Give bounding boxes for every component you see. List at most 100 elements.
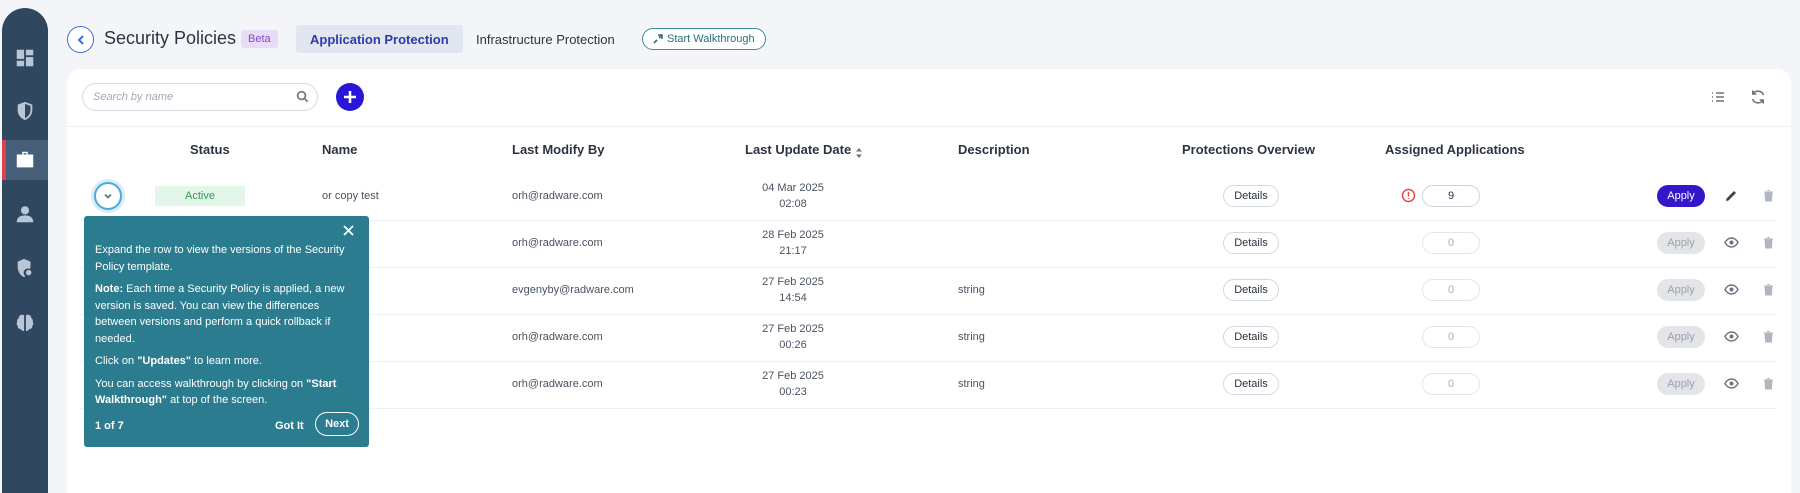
column-header-protections-overview: Protections Overview — [1182, 142, 1315, 157]
details-button[interactable]: Details — [1223, 373, 1279, 395]
tab-application-protection[interactable]: Application Protection — [296, 25, 463, 53]
tooltip-intro: Expand the row to view the versions of t… — [95, 244, 345, 273]
tooltip-walkthrough: You can access walkthrough by clicking o… — [95, 376, 357, 409]
tooltip-walk-suffix: at top of the screen. — [167, 394, 268, 406]
column-header-status: Status — [190, 142, 230, 157]
briefcase-icon — [16, 151, 34, 168]
sidebar-item-shield-settings[interactable] — [2, 248, 48, 288]
tooltip-note-label: Note: — [95, 283, 124, 295]
sidebar-item-dashboard[interactable] — [2, 38, 48, 78]
update-date-time: 21:17 — [779, 245, 807, 257]
tooltip-walk-prefix: You can access walkthrough by clicking o… — [95, 377, 307, 390]
apply-button[interactable]: Apply — [1657, 373, 1705, 395]
assigned-count[interactable]: 0 — [1422, 279, 1480, 301]
trash-icon[interactable] — [1761, 376, 1776, 391]
update-date-time: 02:08 — [779, 198, 807, 210]
brain-icon — [16, 314, 34, 331]
walkthrough-icon — [653, 34, 663, 44]
assigned-count[interactable]: 9 — [1422, 185, 1480, 207]
assigned-count[interactable]: 0 — [1422, 326, 1480, 348]
tooltip-footer: 1 of 7 Got It Next — [95, 412, 359, 438]
sidebar-item-brain[interactable] — [2, 303, 48, 343]
description: string — [958, 331, 985, 343]
got-it-button[interactable]: Got It — [275, 418, 304, 435]
tooltip-updates: Click on "Updates" to learn more. — [95, 353, 357, 370]
description: string — [958, 284, 985, 296]
description: string — [958, 378, 985, 390]
next-button[interactable]: Next — [315, 412, 359, 436]
apply-button[interactable]: Apply — [1657, 326, 1705, 348]
tab-infrastructure-protection[interactable]: Infrastructure Protection — [462, 25, 629, 53]
apply-button[interactable]: Apply — [1657, 185, 1705, 207]
modified-by: orh@radware.com — [512, 190, 603, 202]
column-header-description: Description — [958, 142, 1030, 157]
apply-button[interactable]: Apply — [1657, 279, 1705, 301]
column-header-last-update-date-label: Last Update Date — [745, 142, 852, 157]
view-icon[interactable] — [1724, 376, 1739, 391]
update-date-day: 28 Feb 2025 — [762, 229, 824, 241]
assigned-count[interactable]: 0 — [1422, 232, 1480, 254]
start-walkthrough-button[interactable]: Start Walkthrough — [642, 28, 766, 50]
sort-icon[interactable] — [855, 146, 863, 158]
update-date-day: 27 Feb 2025 — [762, 370, 824, 382]
table-row[interactable]: Active or copy test orh@radware.com 04 M… — [79, 174, 1777, 221]
update-date-time: 00:23 — [779, 386, 807, 398]
beta-badge: Beta — [241, 30, 278, 48]
column-header-last-modify-by[interactable]: Last Modify By — [512, 142, 604, 157]
edit-icon[interactable] — [1724, 188, 1739, 203]
tooltip-updates-bold: "Updates" — [137, 355, 192, 367]
tooltip-note-text: Each time a Security Policy is applied, … — [95, 283, 345, 345]
update-date: 04 Mar 2025 02:08 — [733, 180, 853, 212]
view-icon[interactable] — [1724, 329, 1739, 344]
column-settings-icon[interactable] — [1709, 88, 1727, 106]
modified-by: orh@radware.com — [512, 237, 603, 249]
dashboard-icon — [16, 49, 34, 67]
assigned-count[interactable]: 0 — [1422, 373, 1480, 395]
start-walkthrough-label: Start Walkthrough — [667, 33, 755, 45]
chevron-down-icon — [104, 193, 112, 199]
details-button[interactable]: Details — [1223, 232, 1279, 254]
header-divider — [67, 126, 1791, 127]
details-button[interactable]: Details — [1223, 279, 1279, 301]
update-date-day: 27 Feb 2025 — [762, 276, 824, 288]
search-icon[interactable] — [296, 90, 309, 103]
details-button[interactable]: Details — [1223, 185, 1279, 207]
apply-button[interactable]: Apply — [1657, 232, 1705, 254]
walkthrough-tooltip: Expand the row to view the versions of t… — [84, 216, 369, 447]
update-date-day: 27 Feb 2025 — [762, 323, 824, 335]
tooltip-updates-prefix: Click on — [95, 355, 138, 367]
shield-icon — [17, 101, 33, 121]
search-input[interactable] — [82, 83, 318, 111]
back-button[interactable] — [67, 26, 94, 53]
chevron-left-icon — [77, 34, 84, 45]
plus-icon — [344, 91, 356, 103]
update-date: 27 Feb 2025 00:26 — [733, 321, 853, 353]
add-policy-button[interactable] — [336, 83, 364, 111]
update-date-day: 04 Mar 2025 — [762, 182, 824, 194]
sidebar — [2, 8, 48, 493]
details-button[interactable]: Details — [1223, 326, 1279, 348]
trash-icon[interactable] — [1761, 282, 1776, 297]
close-icon[interactable] — [343, 225, 355, 237]
tooltip-updates-suffix: to learn more. — [191, 355, 262, 367]
modified-by: evgenyby@radware.com — [512, 284, 634, 296]
view-icon[interactable] — [1724, 282, 1739, 297]
sidebar-item-shield[interactable] — [2, 91, 48, 131]
update-date-time: 14:54 — [779, 292, 807, 304]
update-date: 27 Feb 2025 00:23 — [733, 368, 853, 400]
view-icon[interactable] — [1724, 235, 1739, 250]
trash-icon[interactable] — [1761, 188, 1776, 203]
refresh-icon[interactable] — [1749, 88, 1767, 106]
page-title: Security Policies — [104, 28, 237, 48]
trash-icon[interactable] — [1761, 329, 1776, 344]
step-counter: 1 of 7 — [95, 420, 124, 432]
column-header-last-update-date[interactable]: Last Update Date — [745, 142, 863, 158]
column-header-assigned-applications: Assigned Applications — [1385, 142, 1525, 157]
sidebar-item-user[interactable] — [2, 194, 48, 234]
column-header-name[interactable]: Name — [322, 142, 357, 157]
expand-row-button[interactable] — [94, 182, 122, 210]
warning-icon — [1401, 188, 1416, 203]
trash-icon[interactable] — [1761, 235, 1776, 250]
policy-name[interactable]: or copy test — [322, 190, 379, 202]
sidebar-item-briefcase[interactable] — [2, 140, 48, 180]
